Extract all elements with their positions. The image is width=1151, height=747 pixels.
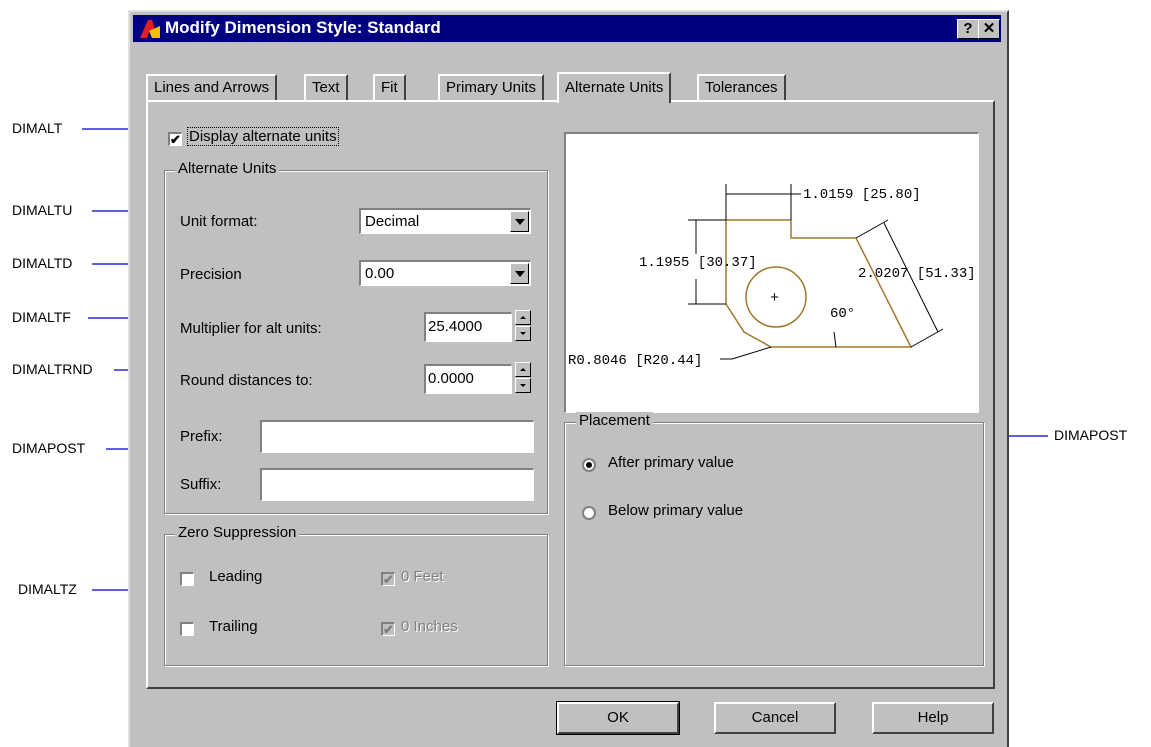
leading-label[interactable]: Leading — [209, 568, 262, 585]
dialog-window: Modify Dimension Style: Standard ? ✕ Lin… — [128, 10, 1009, 747]
callout-dimaltf: DIMALTF — [12, 309, 71, 325]
below-primary-label[interactable]: Below primary value — [608, 502, 743, 519]
precision-select[interactable]: 0.00 — [359, 260, 531, 286]
zero-suppression-group — [164, 534, 548, 666]
callout-dimaltz: DIMALTZ — [18, 581, 77, 597]
callout-dimalt: DIMALT — [12, 120, 63, 136]
tab-panel-alternate-units: ✔ Display alternate units Alternate Unit… — [146, 100, 995, 689]
precision-label: Precision — [180, 266, 242, 283]
radius-text: R0.8046 [R20.44] — [568, 353, 702, 369]
spin-up-icon[interactable] — [515, 362, 531, 377]
below-primary-radio[interactable] — [582, 506, 596, 520]
angle-text: 60° — [830, 306, 855, 322]
preview-pane: 1.0159 [25.80] 1.1955 [30.37] 2.0207 [51… — [564, 132, 979, 413]
prefix-label: Prefix: — [180, 428, 223, 445]
feet-label: 0 Feet — [401, 568, 444, 585]
close-icon[interactable]: ✕ — [978, 19, 1000, 39]
chevron-down-icon[interactable] — [510, 211, 529, 232]
tab-lines-and-arrows[interactable]: Lines and Arrows — [146, 74, 278, 100]
dim-right-text: 2.0207 [51.33] — [858, 266, 976, 282]
zero-suppression-group-title: Zero Suppression — [175, 524, 300, 541]
window-title: Modify Dimension Style: Standard — [165, 18, 441, 37]
dim-left-text: 1.1955 [30.37] — [639, 255, 757, 271]
title-bar: Modify Dimension Style: Standard ? ✕ — [133, 15, 1001, 42]
tab-fit[interactable]: Fit — [373, 74, 406, 100]
callout-dimaltu: DIMALTU — [12, 202, 73, 218]
inches-label: 0 Inches — [401, 618, 458, 635]
cancel-button[interactable]: Cancel — [714, 702, 836, 734]
feet-checkbox[interactable]: ✔ — [381, 572, 395, 586]
after-primary-label[interactable]: After primary value — [608, 454, 734, 471]
part-outline — [725, 219, 913, 348]
display-alternate-units-label[interactable]: Display alternate units — [187, 127, 339, 146]
callout-dimapost-left: DIMAPOST — [12, 440, 86, 456]
placement-group-title: Placement — [576, 412, 653, 429]
round-distances-label: Round distances to: — [180, 372, 313, 389]
display-alternate-units-checkbox[interactable]: ✔ — [168, 132, 182, 146]
chevron-down-icon[interactable] — [510, 263, 529, 284]
trailing-checkbox[interactable] — [180, 622, 194, 636]
unit-format-select[interactable]: Decimal — [359, 208, 531, 234]
tab-alternate-units[interactable]: Alternate Units — [557, 72, 672, 103]
leading-checkbox[interactable] — [180, 572, 194, 586]
ok-button[interactable]: OK — [556, 701, 680, 735]
round-distances-input[interactable]: 0.0000 — [424, 364, 512, 394]
multiplier-spinner[interactable] — [515, 310, 531, 342]
spin-up-icon[interactable] — [515, 310, 531, 325]
alternate-units-group-title: Alternate Units — [175, 160, 280, 177]
tab-text[interactable]: Text — [304, 74, 348, 100]
help-title-button[interactable]: ? — [957, 19, 979, 39]
prefix-input[interactable] — [260, 420, 534, 453]
precision-value: 0.00 — [365, 265, 395, 282]
unit-format-label: Unit format: — [180, 213, 258, 230]
multiplier-value: 25.4000 — [428, 318, 483, 335]
suffix-label: Suffix: — [180, 476, 222, 493]
spin-down-icon[interactable] — [515, 326, 531, 341]
callout-dimaltrnd: DIMALTRND — [12, 361, 93, 377]
tab-primary-units[interactable]: Primary Units — [438, 74, 545, 100]
multiplier-input[interactable]: 25.4000 — [424, 312, 512, 342]
inches-checkbox[interactable]: ✔ — [381, 622, 395, 636]
multiplier-label: Multiplier for alt units: — [180, 320, 322, 337]
round-distances-value: 0.0000 — [428, 370, 474, 387]
callout-dimapost-right: DIMAPOST — [1054, 427, 1128, 443]
spin-down-icon[interactable] — [515, 378, 531, 393]
unit-format-value: Decimal — [365, 213, 420, 230]
center-mark: + — [770, 290, 779, 307]
dim-top-text: 1.0159 [25.80] — [803, 187, 921, 203]
autocad-logo-icon — [140, 20, 160, 38]
round-distances-spinner[interactable] — [515, 362, 531, 394]
dimension-preview-drawing: 1.0159 [25.80] 1.1955 [30.37] 2.0207 [51… — [568, 184, 976, 369]
after-primary-radio[interactable] — [582, 458, 596, 472]
trailing-label[interactable]: Trailing — [209, 618, 258, 635]
suffix-input[interactable] — [260, 468, 534, 501]
callout-dimaltd: DIMALTD — [12, 255, 73, 271]
help-button[interactable]: Help — [872, 702, 994, 734]
tab-tolerances[interactable]: Tolerances — [697, 74, 786, 100]
